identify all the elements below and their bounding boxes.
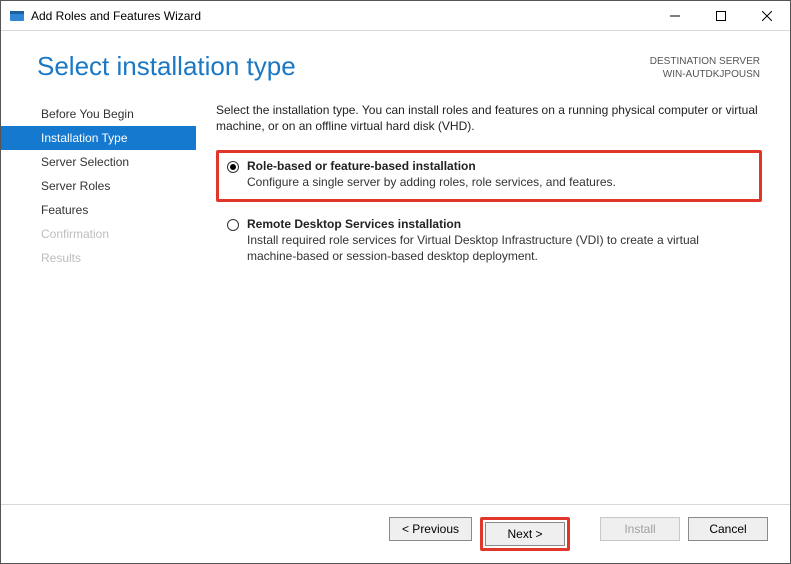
option-role-based-title: Role-based or feature-based installation <box>247 159 616 173</box>
close-button[interactable] <box>744 1 790 31</box>
sidebar-item-server-roles[interactable]: Server Roles <box>1 174 196 198</box>
next-button[interactable]: Next > <box>485 522 565 546</box>
install-button: Install <box>600 517 680 541</box>
sidebar-item-installation-type[interactable]: Installation Type <box>1 126 196 150</box>
destination-server-info: DESTINATION SERVER WIN-AUTDKJPOUSN <box>650 51 760 81</box>
header: Select installation type DESTINATION SER… <box>1 31 790 92</box>
destination-server-name: WIN-AUTDKJPOUSN <box>650 68 760 81</box>
option-role-based[interactable]: Role-based or feature-based installation… <box>216 150 762 202</box>
main-area: Before You Begin Installation Type Serve… <box>1 92 790 504</box>
maximize-button[interactable] <box>698 1 744 31</box>
page-title: Select installation type <box>37 51 296 82</box>
radio-remote-desktop[interactable] <box>227 219 239 231</box>
option-role-based-desc: Configure a single server by adding role… <box>247 175 616 191</box>
option-remote-desktop[interactable]: Remote Desktop Services installation Ins… <box>216 208 762 275</box>
window-controls <box>652 1 790 31</box>
app-icon <box>9 8 25 24</box>
footer: < Previous Next > Install Cancel <box>1 504 790 563</box>
titlebar: Add Roles and Features Wizard <box>1 1 790 31</box>
option-remote-desktop-title: Remote Desktop Services installation <box>247 217 747 231</box>
cancel-button[interactable]: Cancel <box>688 517 768 541</box>
sidebar-item-features[interactable]: Features <box>1 198 196 222</box>
sidebar-item-results: Results <box>1 246 196 270</box>
next-button-highlight: Next > <box>480 517 570 551</box>
window-title: Add Roles and Features Wizard <box>31 9 201 23</box>
intro-text: Select the installation type. You can in… <box>216 102 762 134</box>
radio-role-based[interactable] <box>227 161 239 173</box>
destination-server-label: DESTINATION SERVER <box>650 55 760 68</box>
sidebar-item-server-selection[interactable]: Server Selection <box>1 150 196 174</box>
sidebar: Before You Begin Installation Type Serve… <box>1 98 196 504</box>
previous-button[interactable]: < Previous <box>389 517 472 541</box>
sidebar-item-before-you-begin[interactable]: Before You Begin <box>1 102 196 126</box>
minimize-button[interactable] <box>652 1 698 31</box>
content: Select the installation type. You can in… <box>196 98 790 504</box>
option-remote-desktop-desc: Install required role services for Virtu… <box>247 233 747 264</box>
sidebar-item-confirmation: Confirmation <box>1 222 196 246</box>
